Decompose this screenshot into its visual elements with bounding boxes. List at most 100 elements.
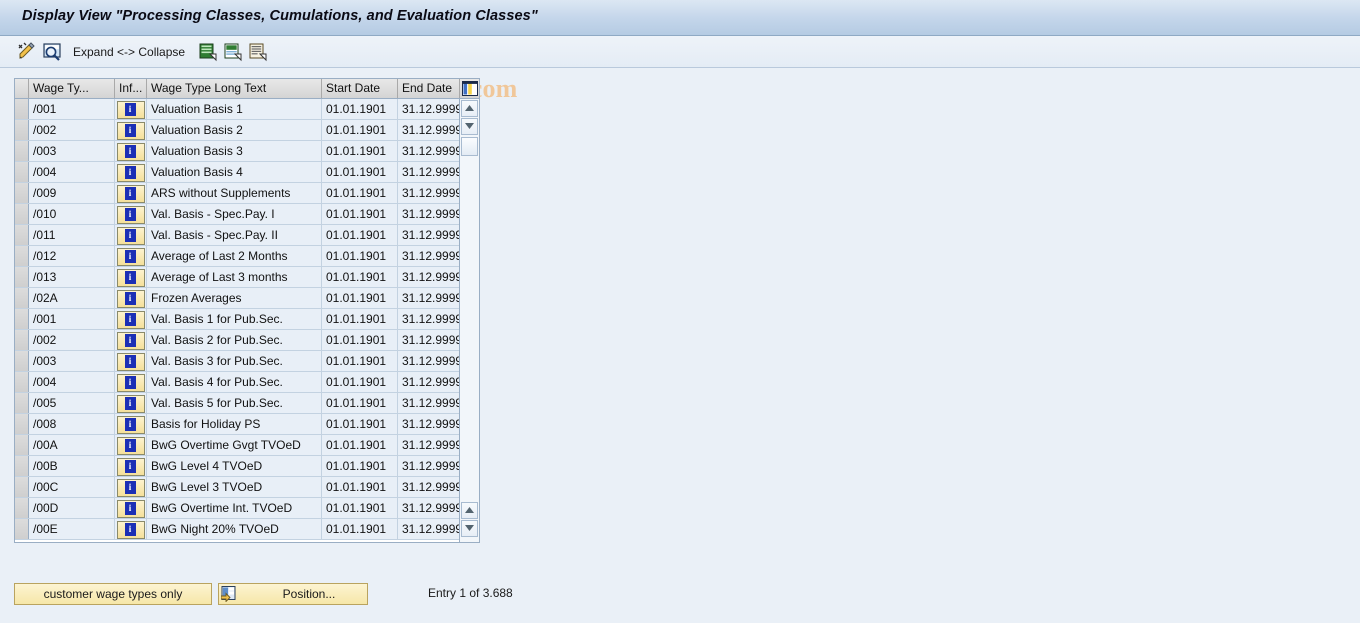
cell-long-text[interactable]: Valuation Basis 2	[147, 120, 322, 140]
info-icon[interactable]: i	[116, 479, 145, 497]
cell-wage-type[interactable]: /00D	[29, 498, 115, 518]
row-selector[interactable]	[15, 477, 29, 497]
cell-long-text[interactable]: Val. Basis - Spec.Pay. I	[147, 204, 322, 224]
cell-long-text[interactable]: Val. Basis 1 for Pub.Sec.	[147, 309, 322, 329]
cell-long-text[interactable]: Val. Basis - Spec.Pay. II	[147, 225, 322, 245]
table-row[interactable]: /003 i Val. Basis 3 for Pub.Sec. 01.01.1901…	[15, 351, 479, 372]
scroll-down-icon[interactable]	[461, 118, 478, 135]
cell-start-date[interactable]: 01.01.1901	[322, 414, 398, 434]
cell-wage-type[interactable]: /002	[29, 120, 115, 140]
info-icon[interactable]: i	[116, 122, 145, 140]
info-icon[interactable]: i	[116, 269, 145, 287]
row-selector[interactable]	[15, 162, 29, 182]
row-selector[interactable]	[15, 372, 29, 392]
table-header-start-date[interactable]: Start Date	[322, 79, 398, 98]
table-row[interactable]: /00E i BwG Night 20% TVOeD 01.01.1901 31.12.…	[15, 519, 479, 540]
table-row[interactable]: /00D i BwG Overtime Int. TVOeD 01.01.1901 31…	[15, 498, 479, 519]
cell-start-date[interactable]: 01.01.1901	[322, 246, 398, 266]
position-button[interactable]: Position...	[218, 583, 368, 605]
cell-long-text[interactable]: Average of Last 2 Months	[147, 246, 322, 266]
row-selector[interactable]	[15, 393, 29, 413]
table-row[interactable]: /005 i Val. Basis 5 for Pub.Sec. 01.01.1901…	[15, 393, 479, 414]
scrollbar-thumb[interactable]	[461, 137, 478, 156]
cell-start-date[interactable]: 01.01.1901	[322, 351, 398, 371]
table-row[interactable]: /001 i Valuation Basis 1 01.01.1901 31.12.99…	[15, 99, 479, 120]
table-row[interactable]: /001 i Val. Basis 1 for Pub.Sec. 01.01.1901…	[15, 309, 479, 330]
cell-long-text[interactable]: Frozen Averages	[147, 288, 322, 308]
cell-start-date[interactable]: 01.01.1901	[322, 267, 398, 287]
display-magnifier-icon[interactable]	[41, 41, 63, 63]
cell-start-date[interactable]: 01.01.1901	[322, 183, 398, 203]
info-icon[interactable]: i	[116, 521, 145, 539]
cell-wage-type[interactable]: /004	[29, 372, 115, 392]
cell-start-date[interactable]: 01.01.1901	[322, 120, 398, 140]
cell-start-date[interactable]: 01.01.1901	[322, 309, 398, 329]
row-selector[interactable]	[15, 225, 29, 245]
table-row[interactable]: /00B i BwG Level 4 TVOeD 01.01.1901 31.12.99…	[15, 456, 479, 477]
info-icon[interactable]: i	[116, 248, 145, 266]
scroll-up-icon[interactable]	[461, 100, 478, 117]
table-row[interactable]: /011 i Val. Basis - Spec.Pay. II 01.01.1901…	[15, 225, 479, 246]
cell-long-text[interactable]: BwG Level 3 TVOeD	[147, 477, 322, 497]
cell-wage-type[interactable]: /011	[29, 225, 115, 245]
cell-start-date[interactable]: 01.01.1901	[322, 498, 398, 518]
info-icon[interactable]: i	[116, 206, 145, 224]
info-icon[interactable]: i	[116, 101, 145, 119]
table-header-select-all[interactable]	[15, 79, 29, 98]
table-row[interactable]: /009 i ARS without Supplements 01.01.1901 31…	[15, 183, 479, 204]
pencil-icon[interactable]	[16, 41, 38, 63]
table-row[interactable]: /010 i Val. Basis - Spec.Pay. I 01.01.1901 3…	[15, 204, 479, 225]
table-header-info[interactable]: Inf...	[115, 79, 147, 98]
cell-wage-type[interactable]: /02A	[29, 288, 115, 308]
row-selector[interactable]	[15, 519, 29, 539]
table-row[interactable]: /00C i BwG Level 3 TVOeD 01.01.1901 31.12.99…	[15, 477, 479, 498]
table-row[interactable]: /02A i Frozen Averages 01.01.1901 31.12.9999	[15, 288, 479, 309]
info-icon[interactable]: i	[116, 290, 145, 308]
table-row[interactable]: /003 i Valuation Basis 3 01.01.1901 31.12.99…	[15, 141, 479, 162]
cell-wage-type[interactable]: /001	[29, 99, 115, 119]
cell-long-text[interactable]: Average of Last 3 months	[147, 267, 322, 287]
info-icon[interactable]: i	[116, 353, 145, 371]
cell-wage-type[interactable]: /010	[29, 204, 115, 224]
cell-long-text[interactable]: Valuation Basis 3	[147, 141, 322, 161]
cell-wage-type[interactable]: /00E	[29, 519, 115, 539]
vertical-scrollbar[interactable]	[459, 99, 479, 542]
cell-start-date[interactable]: 01.01.1901	[322, 225, 398, 245]
document-green-icon[interactable]	[197, 41, 219, 63]
table-row[interactable]: /002 i Valuation Basis 2 01.01.1901 31.12.99…	[15, 120, 479, 141]
document-text-icon[interactable]	[247, 41, 269, 63]
info-icon[interactable]: i	[116, 332, 145, 350]
cell-wage-type[interactable]: /00C	[29, 477, 115, 497]
row-selector[interactable]	[15, 330, 29, 350]
cell-long-text[interactable]: Valuation Basis 4	[147, 162, 322, 182]
document-green-lines-icon[interactable]	[222, 41, 244, 63]
info-icon[interactable]: i	[116, 500, 145, 518]
cell-wage-type[interactable]: /009	[29, 183, 115, 203]
cell-long-text[interactable]: Basis for Holiday PS	[147, 414, 322, 434]
table-row[interactable]: /008 i Basis for Holiday PS 01.01.1901 31.12…	[15, 414, 479, 435]
cell-long-text[interactable]: ARS without Supplements	[147, 183, 322, 203]
row-selector[interactable]	[15, 99, 29, 119]
cell-long-text[interactable]: BwG Overtime Int. TVOeD	[147, 498, 322, 518]
table-row[interactable]: /012 i Average of Last 2 Months 01.01.1901 3…	[15, 246, 479, 267]
cell-long-text[interactable]: BwG Overtime Gvgt TVOeD	[147, 435, 322, 455]
cell-long-text[interactable]: Val. Basis 5 for Pub.Sec.	[147, 393, 322, 413]
row-selector[interactable]	[15, 183, 29, 203]
cell-start-date[interactable]: 01.01.1901	[322, 330, 398, 350]
cell-start-date[interactable]: 01.01.1901	[322, 204, 398, 224]
column-settings-icon[interactable]	[459, 79, 479, 98]
row-selector[interactable]	[15, 309, 29, 329]
cell-wage-type[interactable]: /004	[29, 162, 115, 182]
cell-start-date[interactable]: 01.01.1901	[322, 519, 398, 539]
info-icon[interactable]: i	[116, 164, 145, 182]
cell-start-date[interactable]: 01.01.1901	[322, 162, 398, 182]
info-icon[interactable]: i	[116, 395, 145, 413]
cell-start-date[interactable]: 01.01.1901	[322, 393, 398, 413]
table-header-long-text[interactable]: Wage Type Long Text	[147, 79, 322, 98]
scroll-page-up-icon[interactable]	[461, 502, 478, 519]
cell-long-text[interactable]: Valuation Basis 1	[147, 99, 322, 119]
cell-wage-type[interactable]: /012	[29, 246, 115, 266]
cell-start-date[interactable]: 01.01.1901	[322, 477, 398, 497]
cell-wage-type[interactable]: /008	[29, 414, 115, 434]
cell-wage-type[interactable]: /013	[29, 267, 115, 287]
